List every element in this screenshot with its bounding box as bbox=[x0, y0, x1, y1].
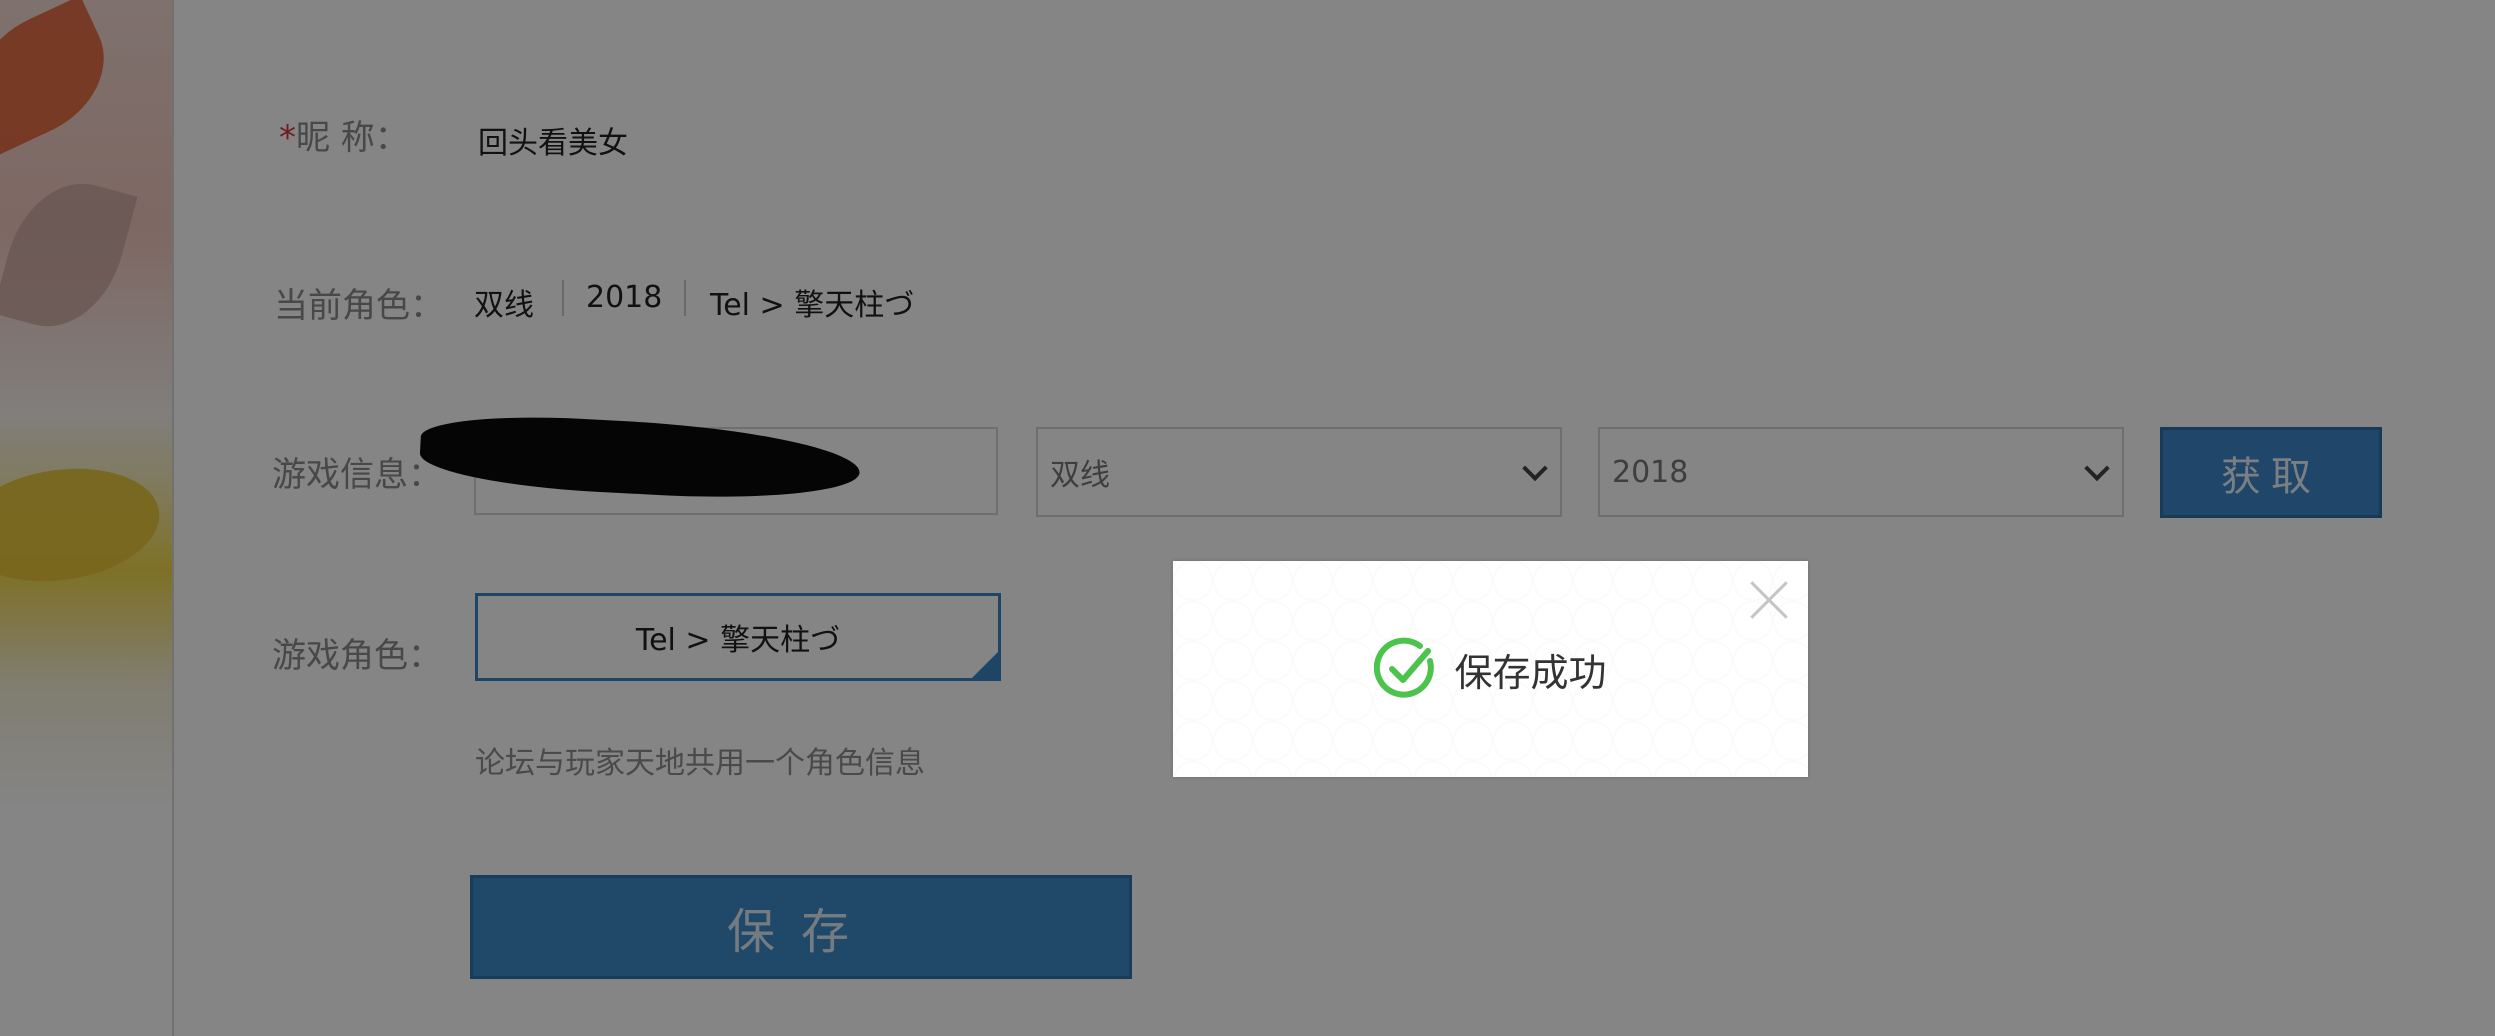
success-toast: 保存成功 bbox=[1173, 561, 1808, 777]
check-circle-icon bbox=[1374, 637, 1435, 698]
toast-message: 保存成功 bbox=[1454, 650, 1607, 695]
profile-page: *昵 称： 回头看美女 当前角色： 双线 2018 Tel > 擎天柱づ 游戏信… bbox=[0, 0, 2495, 1036]
modal-overlay bbox=[0, 0, 2495, 1036]
